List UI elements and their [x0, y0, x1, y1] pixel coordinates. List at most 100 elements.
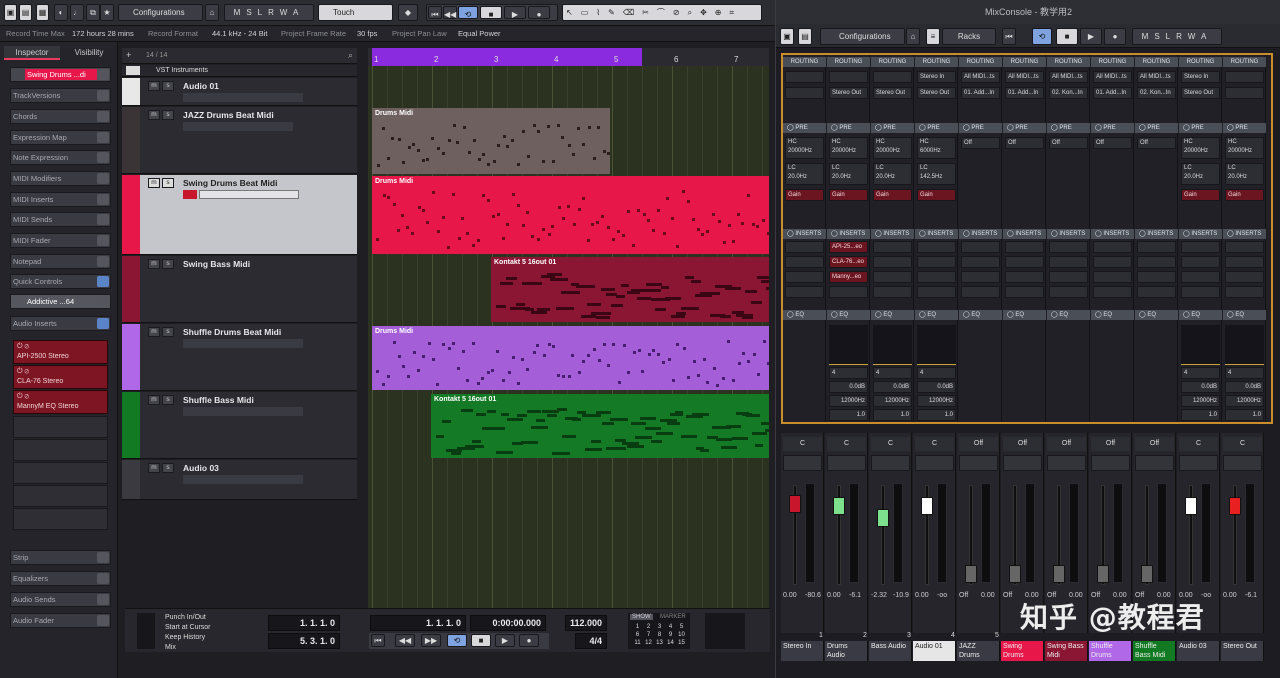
secondary-time-display[interactable]: 0:00:00.000 — [470, 615, 546, 631]
section-midi-modifiers[interactable]: MIDI Modifiers — [10, 171, 111, 186]
record-button[interactable]: ● — [519, 634, 539, 647]
eq-header[interactable]: ◯ EQ — [1047, 310, 1090, 320]
channel-name[interactable]: JAZZ Drums — [957, 641, 1000, 661]
marker-key[interactable]: 6 — [632, 631, 643, 639]
inserts-header[interactable]: ◯ INSERTS — [1091, 229, 1134, 239]
eq-gain[interactable]: 0.0dB — [917, 381, 956, 393]
section-audio-fader[interactable]: Audio Fader — [10, 613, 111, 628]
insert-slot[interactable] — [1137, 286, 1176, 298]
input-routing[interactable] — [785, 71, 824, 83]
menu-icon[interactable]: ≡ — [926, 28, 940, 45]
pre-off[interactable]: Off — [1005, 137, 1044, 149]
insert-slot[interactable] — [917, 241, 956, 253]
mute-solo-buttons[interactable] — [871, 455, 910, 471]
play-button[interactable]: ▶ — [504, 6, 526, 19]
power-icon[interactable]: ⏻ ⊘ — [17, 368, 29, 375]
insert-slot[interactable] — [1049, 256, 1088, 268]
solo-toggle[interactable]: S — [1154, 32, 1165, 41]
output-routing[interactable] — [785, 87, 824, 99]
insert-slot[interactable]: CLA-76...eo — [829, 256, 868, 268]
channel-name[interactable]: Stereo In — [781, 641, 824, 661]
mute-solo-buttons[interactable] — [959, 455, 998, 471]
eq-frequency[interactable]: 12000Hz — [873, 395, 912, 407]
track-row-selected[interactable]: ms Swing Drums Beat Midi — [122, 175, 357, 255]
section-trackversions[interactable]: TrackVersions — [10, 88, 111, 103]
time-signature-display[interactable]: 4/4 — [575, 633, 607, 649]
track-name[interactable]: Audio 01 — [183, 81, 219, 91]
stop-button[interactable]: ■ — [471, 634, 491, 647]
track-controls[interactable] — [183, 122, 293, 131]
eq-gain[interactable]: 0.0dB — [1181, 381, 1220, 393]
tab-inspector[interactable]: Inspector — [4, 46, 60, 60]
inserts-header[interactable]: ◯ INSERTS — [959, 229, 1002, 239]
mute-solo-buttons[interactable] — [1179, 455, 1218, 471]
insert-slot[interactable] — [961, 256, 1000, 268]
volume-fader[interactable] — [965, 565, 977, 583]
record-enable-button[interactable] — [183, 190, 197, 199]
hc-filter[interactable]: HC 20000Hz — [829, 137, 868, 159]
mixer-msrwa-buttons[interactable]: MSLRWA — [1132, 28, 1222, 45]
write-toggle[interactable]: W — [1188, 32, 1201, 41]
tool-buttons[interactable]: ↖▭⌇✎⌫✂⌒⊘⌕✥⊕⌗ — [562, 4, 762, 21]
output-routing[interactable]: 02. Kon...In — [1049, 87, 1088, 99]
insert-slot[interactable] — [1181, 256, 1220, 268]
inserts-header[interactable]: ◯ INSERTS — [871, 229, 914, 239]
all-toggle[interactable]: A — [293, 8, 304, 17]
stop-button[interactable]: ■ — [1056, 28, 1078, 45]
eq-band[interactable]: 4 — [829, 367, 868, 379]
inserts-header[interactable]: ◯ INSERTS — [915, 229, 958, 239]
insert-slot[interactable] — [961, 286, 1000, 298]
midi-event-swing-bass[interactable]: Kontakt 5 16out 01 — [491, 257, 769, 322]
pre-header[interactable]: ◯ PRE — [1223, 123, 1266, 133]
section-expression-map[interactable]: Expression Map — [10, 130, 111, 145]
track-row[interactable]: ms JAZZ Drums Beat Midi — [122, 107, 357, 174]
solo-button[interactable]: s — [162, 463, 174, 473]
output-routing[interactable] — [1225, 87, 1264, 99]
insert-slot-1[interactable]: ⏻ ⊘ API-2500 Stereo — [13, 340, 108, 364]
eq-header[interactable]: ◯ EQ — [1003, 310, 1046, 320]
channel-name[interactable]: Drums Audio — [825, 641, 868, 661]
eq-band[interactable]: 4 — [1225, 367, 1264, 379]
folder-track[interactable]: VST Instruments — [122, 65, 357, 77]
primary-time-display[interactable]: 1. 1. 1. 0 — [370, 615, 466, 631]
volume-fader[interactable] — [1009, 565, 1021, 583]
mix-option[interactable]: Mix — [165, 643, 211, 653]
gain-control[interactable]: Gain — [829, 189, 868, 201]
pre-header[interactable]: ◯ PRE — [1179, 123, 1222, 133]
play-button[interactable]: ▶ — [495, 634, 515, 647]
eq-header[interactable]: ◯ EQ — [1223, 310, 1266, 320]
channel-name[interactable]: Swing Drums — [1001, 641, 1044, 661]
insert-slot-empty[interactable] — [13, 485, 108, 507]
eq-frequency[interactable]: 12000Hz — [917, 395, 956, 407]
eq-band[interactable]: 4 — [1181, 367, 1220, 379]
volume-fader[interactable] — [1097, 565, 1109, 583]
input-routing[interactable]: Stereo In — [1181, 71, 1220, 83]
eq-gain[interactable]: 0.0dB — [1225, 381, 1264, 393]
eq-header[interactable]: ◯ EQ — [1135, 310, 1178, 320]
input-routing[interactable]: All MIDI...ts — [1049, 71, 1088, 83]
insert-slot[interactable] — [1005, 256, 1044, 268]
mixer-configurations-dropdown[interactable]: Configurations — [820, 28, 905, 45]
pre-header[interactable]: ◯ PRE — [827, 123, 870, 133]
pre-header[interactable]: ◯ PRE — [915, 123, 958, 133]
edit-instrument-icon[interactable] — [97, 69, 109, 80]
eq-header[interactable]: ◯ EQ — [827, 310, 870, 320]
marker-key[interactable]: 11 — [632, 639, 643, 647]
keep-history-option[interactable]: Keep History — [165, 633, 211, 643]
inserts-header[interactable]: ◯ INSERTS — [1135, 229, 1178, 239]
channel-selector-button[interactable]: ▤ — [798, 28, 812, 45]
insert-slot[interactable] — [1049, 241, 1088, 253]
solo-button[interactable]: s — [162, 327, 174, 337]
gain-control[interactable]: Gain — [917, 189, 956, 201]
input-routing[interactable] — [829, 71, 868, 83]
insert-slot-empty[interactable] — [13, 416, 108, 438]
section-equalizers[interactable]: Equalizers — [10, 571, 111, 586]
mute-button[interactable]: m — [148, 259, 160, 269]
volume-fader[interactable] — [1229, 497, 1241, 515]
section-note-expression[interactable]: Note Expression — [10, 150, 111, 165]
mute-solo-buttons[interactable] — [1135, 455, 1174, 471]
insert-slot[interactable] — [785, 256, 824, 268]
insert-slot[interactable] — [873, 286, 912, 298]
track-row[interactable]: ms Shuffle Bass Midi — [122, 392, 357, 459]
mute-button[interactable]: m — [148, 178, 160, 188]
